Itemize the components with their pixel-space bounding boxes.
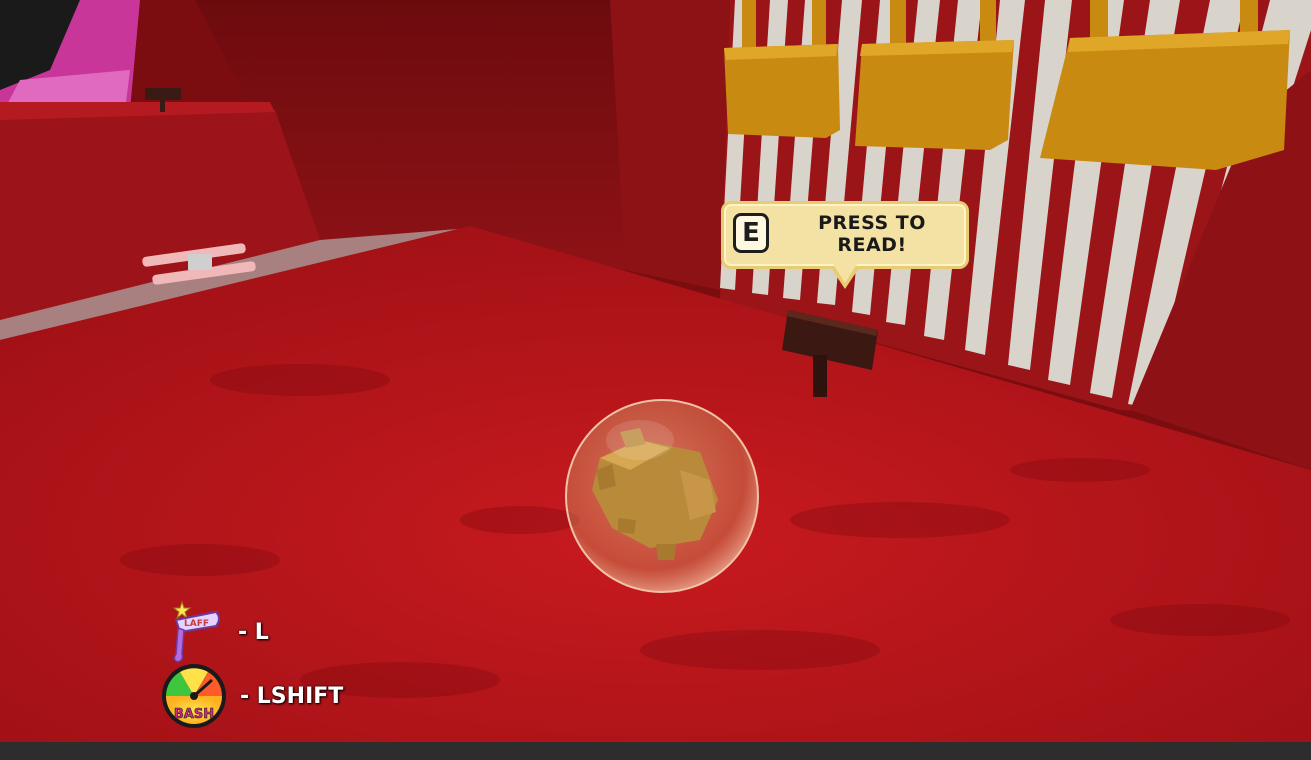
hud-ability-bash-label: - LSHIFT bbox=[240, 683, 344, 709]
hud-ability-bash: BASH - LSHIFT bbox=[160, 662, 343, 730]
hamster-ball bbox=[565, 399, 759, 593]
game-viewport[interactable]: E PRESS TO READ! LAFF - L BASH - LSHIFT bbox=[0, 0, 1311, 742]
bash-meter-text: BASH bbox=[174, 707, 214, 722]
horn-icon: LAFF bbox=[172, 600, 220, 663]
prompt-text-line1: PRESS TO bbox=[818, 212, 926, 234]
bash-meter-icon: BASH bbox=[162, 664, 226, 728]
hud-ability-horn-label: - L bbox=[238, 619, 269, 645]
svg-text:LAFF: LAFF bbox=[184, 619, 209, 629]
hud-ability-horn: LAFF - L bbox=[160, 598, 269, 666]
read-prompt: E PRESS TO READ! bbox=[721, 201, 969, 289]
prompt-tail-fill bbox=[833, 264, 857, 283]
prompt-text: PRESS TO READ! bbox=[787, 212, 957, 256]
e-key-icon: E bbox=[733, 213, 769, 253]
bottom-bar bbox=[0, 742, 1311, 760]
prompt-text-line2: READ! bbox=[837, 234, 907, 256]
